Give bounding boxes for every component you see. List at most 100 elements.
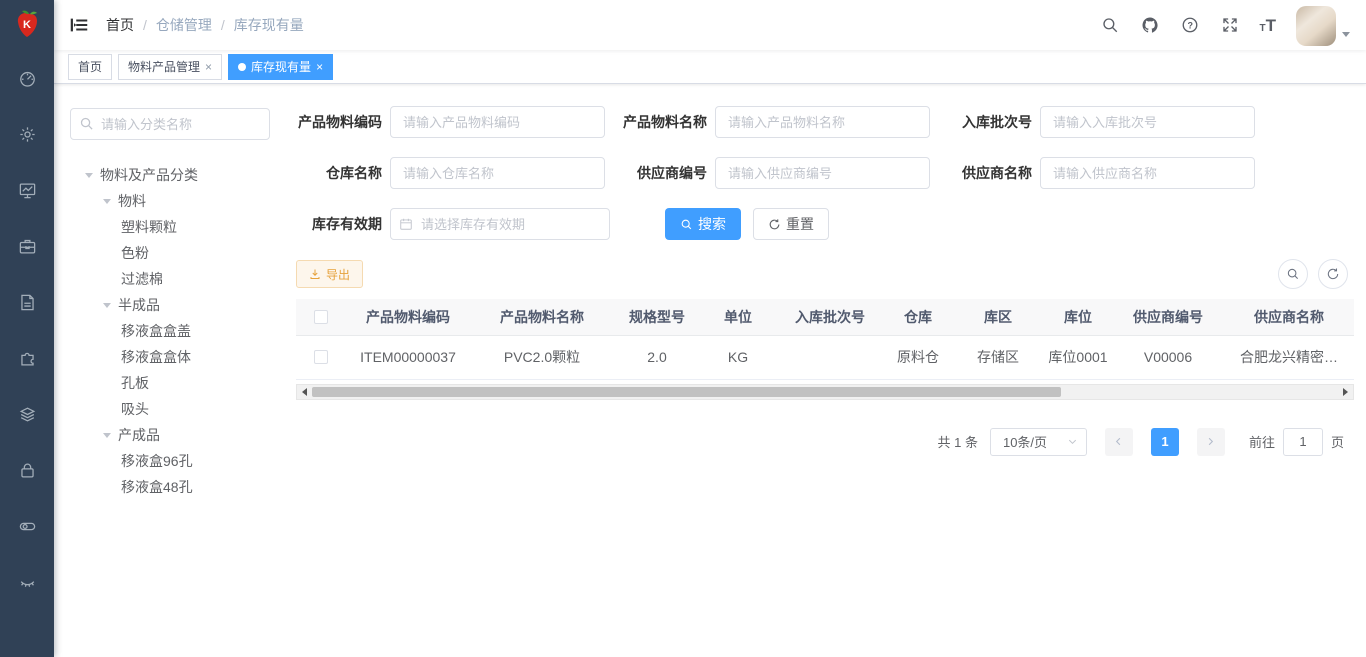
main-column: 首页 / 仓储管理 / 库存现有量 ? (54, 0, 1366, 657)
tab-close-icon[interactable]: × (205, 61, 212, 73)
select-all-checkbox[interactable] (314, 310, 328, 324)
app-logo[interactable]: K (0, 0, 54, 50)
table-header-row: 产品物料编码 产品物料名称 规格型号 单位 入库批次号 仓库 库区 库位 供应商… (296, 299, 1354, 335)
pagination-total: 共 1 条 (938, 432, 978, 451)
col-item-code: 产品物料编码 (346, 299, 470, 335)
tree-search (70, 108, 270, 140)
search-button[interactable]: 搜索 (665, 208, 741, 240)
sidebar-item-toggle[interactable] (0, 498, 54, 554)
tree-node-label: 塑料颗粒 (121, 217, 177, 237)
tree-node-label: 孔板 (121, 373, 149, 393)
tree-node[interactable]: 产成品 (70, 422, 276, 448)
next-page-button[interactable] (1197, 428, 1225, 456)
col-unit: 单位 (700, 299, 776, 335)
item-code-label: 产品物料编码 (296, 112, 390, 132)
col-storage-area: 库区 (952, 299, 1044, 335)
sidebar-item-layers[interactable] (0, 386, 54, 442)
sidebar-item-dashboard[interactable] (0, 50, 54, 106)
batch-no-input[interactable] (1040, 106, 1255, 138)
sidebar-item-lock[interactable] (0, 442, 54, 498)
tree-node[interactable]: 吸头 (70, 396, 276, 422)
search-button-label: 搜索 (698, 214, 726, 234)
export-button[interactable]: 导出 (296, 260, 363, 288)
page-number-1[interactable]: 1 (1151, 428, 1179, 456)
tree-node[interactable]: 移液盒48孔 (70, 474, 276, 500)
tab-label: 首页 (78, 58, 102, 75)
tree-node[interactable]: 半成品 (70, 292, 276, 318)
sidebar-collapse-button[interactable] (68, 14, 90, 36)
github-link-button[interactable] (1140, 15, 1160, 35)
cell-storage-area: 存储区 (952, 335, 1044, 379)
caret-down-icon[interactable] (103, 199, 111, 204)
breadcrumb-warehouse-mgmt: 仓储管理 (156, 15, 212, 35)
col-item-name: 产品物料名称 (470, 299, 614, 335)
horizontal-scrollbar[interactable] (296, 384, 1354, 400)
user-menu[interactable] (1296, 4, 1350, 46)
sidebar-item-puzzle[interactable] (0, 330, 54, 386)
breadcrumb-home[interactable]: 首页 (106, 15, 134, 35)
tab-close-icon[interactable]: × (316, 61, 323, 73)
sidebar-item-monitor[interactable] (0, 162, 54, 218)
avatar[interactable] (1296, 6, 1336, 46)
tab-home[interactable]: 首页 (68, 54, 112, 80)
fullscreen-button[interactable] (1220, 15, 1240, 35)
caret-down-icon[interactable] (85, 173, 93, 178)
scrollbar-track[interactable] (312, 386, 1338, 398)
fullscreen-icon (1221, 16, 1239, 34)
item-code-input[interactable] (390, 106, 605, 138)
table-row[interactable]: ITEM00000037 PVC2.0颗粒 2.0 KG 原料仓 存储区 库位0… (296, 335, 1354, 379)
tree-node[interactable]: 过滤棉 (70, 266, 276, 292)
tree-node[interactable]: 色粉 (70, 240, 276, 266)
scroll-left-arrow[interactable] (297, 385, 312, 399)
refresh-table-button[interactable] (1318, 259, 1348, 289)
tree-node[interactable]: 塑料颗粒 (70, 214, 276, 240)
vendor-code-input[interactable] (715, 157, 930, 189)
sidebar-item-eye-closed[interactable] (0, 554, 54, 610)
goto-page-input[interactable] (1283, 428, 1323, 456)
warehouse-input[interactable] (390, 157, 605, 189)
scroll-right-arrow[interactable] (1338, 385, 1353, 399)
tree-node[interactable]: 物料 (70, 188, 276, 214)
toggle-search-button[interactable] (1278, 259, 1308, 289)
prev-page-button[interactable] (1105, 428, 1133, 456)
breadcrumb-separator: / (143, 17, 147, 33)
tab-inventory-on-hand[interactable]: 库存现有量 × (228, 54, 333, 80)
col-warehouse: 仓库 (884, 299, 952, 335)
help-button[interactable]: ? (1180, 15, 1200, 35)
filter-row-2: 仓库名称 供应商编号 供应商名称 (296, 157, 1350, 189)
cell-vendor-name: 合肥龙兴精密… (1224, 335, 1354, 379)
tree-node[interactable]: 移液盒盒体 (70, 344, 276, 370)
sidebar-item-briefcase[interactable] (0, 218, 54, 274)
header-search-button[interactable] (1100, 15, 1120, 35)
reset-button[interactable]: 重置 (753, 208, 829, 240)
font-size-button[interactable]: TT (1260, 17, 1277, 34)
tree-node[interactable]: 移液盒盒盖 (70, 318, 276, 344)
cell-item-code: ITEM00000037 (346, 335, 470, 379)
sidebar-item-settings[interactable] (0, 106, 54, 162)
caret-down-icon[interactable] (103, 433, 111, 438)
tab-label: 物料产品管理 (128, 58, 200, 75)
tree-node[interactable]: 移液盒96孔 (70, 448, 276, 474)
vendor-name-input[interactable] (1040, 157, 1255, 189)
row-select-cell (296, 335, 346, 379)
expiry-date-input[interactable] (390, 208, 610, 240)
tree-node[interactable]: 孔板 (70, 370, 276, 396)
filter-row-3: 库存有效期 搜索 重置 (296, 208, 1350, 240)
tree-node-label: 物料 (118, 191, 146, 211)
tree-node[interactable]: 物料及产品分类 (70, 162, 276, 188)
tab-material-product-mgmt[interactable]: 物料产品管理 × (118, 54, 222, 80)
strawberry-logo-icon: K (10, 7, 44, 43)
refresh-icon (768, 218, 781, 231)
page-size-select[interactable]: 10条/页 (990, 428, 1087, 456)
sidebar-item-document[interactable] (0, 274, 54, 330)
inventory-main-panel: 产品物料编码 产品物料名称 入库批次号 仓库名称 (286, 84, 1366, 657)
tree-node-label: 色粉 (121, 243, 149, 263)
search-icon (680, 218, 693, 231)
caret-down-icon[interactable] (103, 303, 111, 308)
tree-node-label: 移液盒48孔 (121, 477, 193, 497)
row-checkbox[interactable] (314, 350, 328, 364)
inventory-table: 产品物料编码 产品物料名称 规格型号 单位 入库批次号 仓库 库区 库位 供应商… (296, 299, 1354, 380)
scrollbar-thumb[interactable] (312, 387, 1061, 397)
item-name-input[interactable] (715, 106, 930, 138)
category-search-input[interactable] (70, 108, 270, 140)
